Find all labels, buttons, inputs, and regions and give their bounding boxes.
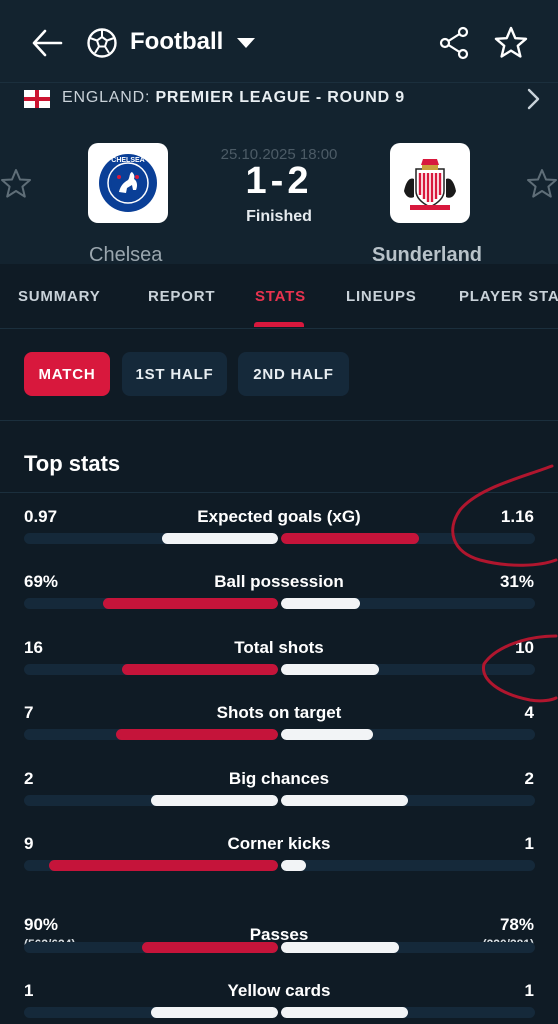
away-team-favorite-star-icon[interactable] [526, 168, 558, 200]
stat-away-value: 78% [499, 915, 534, 934]
away-stat-bar-track [281, 598, 535, 609]
stat-away-value: 1.16 [500, 507, 534, 526]
arrow-left-icon [32, 29, 63, 57]
away-stat-bar-track [281, 1007, 535, 1018]
match-score: 1-2 [245, 160, 313, 202]
league-competition: PREMIER LEAGUE - ROUND 9 [155, 89, 405, 106]
chevron-right-icon[interactable] [522, 87, 544, 111]
home-stat-bar-track [24, 664, 278, 675]
stat-row: 9 Corner kicks 1 [0, 834, 558, 894]
active-tab-indicator [254, 322, 304, 327]
away-stat-bar [281, 729, 373, 740]
stat-row: 1 Yellow cards 1 [0, 981, 558, 1024]
league-label: ENGLAND: PREMIER LEAGUE - ROUND 9 [62, 89, 405, 107]
back-button[interactable] [28, 24, 66, 62]
star-icon[interactable] [494, 26, 528, 60]
caret-down-icon[interactable] [236, 36, 256, 50]
away-stat-bar [281, 942, 399, 953]
away-stat-bar-track [281, 533, 535, 544]
league-bar[interactable]: ENGLAND: PREMIER LEAGUE - ROUND 9 [0, 82, 558, 124]
divider [0, 328, 558, 329]
away-stat-bar [281, 1007, 408, 1018]
home-stat-bar [142, 942, 278, 953]
divider [0, 492, 558, 493]
away-stat-bar-track [281, 664, 535, 675]
home-stat-bar [151, 795, 278, 806]
sport-title[interactable]: Football [130, 28, 223, 56]
period-second-half-button[interactable]: 2ND HALF [238, 352, 349, 396]
league-country: ENGLAND: [62, 89, 151, 106]
home-stat-bar [116, 729, 278, 740]
home-stat-bar [151, 1007, 278, 1018]
section-title: Top stats [24, 451, 121, 476]
stat-away-value: 1 [524, 834, 534, 853]
away-stat-bar [281, 860, 306, 871]
tab-player-stats[interactable]: PLAYER STA [459, 288, 558, 305]
away-stat-bar-track [281, 729, 535, 740]
period-match-button[interactable]: MATCH [24, 352, 110, 396]
home-stat-bar-track [24, 1007, 278, 1018]
match-header: CHELSEA 25.10.2025 18:00 1-2 Finished Ch… [0, 124, 558, 266]
home-stat-bar-track [24, 729, 278, 740]
stat-away-value: 2 [524, 769, 534, 788]
away-stat-bar-track [281, 795, 535, 806]
away-stat-bar [281, 795, 408, 806]
home-stat-bar-track [24, 860, 278, 871]
stat-row: 69% Ball possession 31% [0, 572, 558, 632]
tab-stats[interactable]: STATS [255, 288, 306, 305]
home-stat-bar-track [24, 942, 278, 953]
home-stat-bar-track [24, 598, 278, 609]
england-flag-icon [24, 90, 50, 108]
home-stat-bar-track [24, 533, 278, 544]
home-stat-bar [162, 533, 278, 544]
away-stat-bar [281, 598, 360, 609]
away-stat-bar-track [281, 860, 535, 871]
stat-away-value: 1 [524, 981, 534, 1000]
stat-name: Expected goals (xG) [197, 507, 361, 526]
stat-name: Corner kicks [227, 834, 331, 853]
away-stat-bar [281, 664, 379, 675]
home-stat-bar [122, 664, 278, 675]
divider [0, 420, 558, 421]
stats-screen: Football ENGLAND: PREMIER LEAGUE - ROUND… [0, 0, 558, 1024]
stat-row: 90%Passes78%(563/624)(220/281) [0, 915, 558, 975]
away-team-logo[interactable] [390, 143, 470, 223]
detail-tabs: SUMMARY REPORT STATS LINEUPS PLAYER STA [0, 264, 558, 328]
period-first-half-button[interactable]: 1ST HALF [122, 352, 227, 396]
stat-name: Shots on target [216, 703, 342, 722]
stat-name: Yellow cards [227, 981, 331, 1000]
top-app-bar: Football [0, 0, 558, 82]
away-stat-bar [281, 533, 419, 544]
stat-away-value: 31% [499, 572, 534, 591]
stat-away-value: 4 [524, 703, 534, 722]
stat-row: 16 Total shots 10 [0, 638, 558, 698]
sunderland-crest-icon [404, 159, 456, 210]
stat-name: Total shots [234, 638, 324, 657]
stat-row: 2 Big chances 2 [0, 769, 558, 829]
stat-away-value: 10 [515, 638, 534, 657]
share-icon[interactable] [438, 26, 470, 60]
stat-name: Ball possession [214, 572, 344, 591]
away-stat-bar-track [281, 942, 535, 953]
home-stat-bar-track [24, 795, 278, 806]
home-stat-bar [49, 860, 278, 871]
soccer-ball-icon [87, 28, 117, 58]
stat-name: Big chances [228, 769, 330, 788]
tab-summary[interactable]: SUMMARY [18, 288, 101, 305]
stat-row: 0.97 Expected goals (xG) 1.16 [0, 507, 558, 567]
tab-lineups[interactable]: LINEUPS [346, 288, 417, 305]
stat-row: 7 Shots on target 4 [0, 703, 558, 763]
tab-report[interactable]: REPORT [148, 288, 215, 305]
home-stat-bar [103, 598, 278, 609]
match-status: Finished [246, 208, 312, 225]
